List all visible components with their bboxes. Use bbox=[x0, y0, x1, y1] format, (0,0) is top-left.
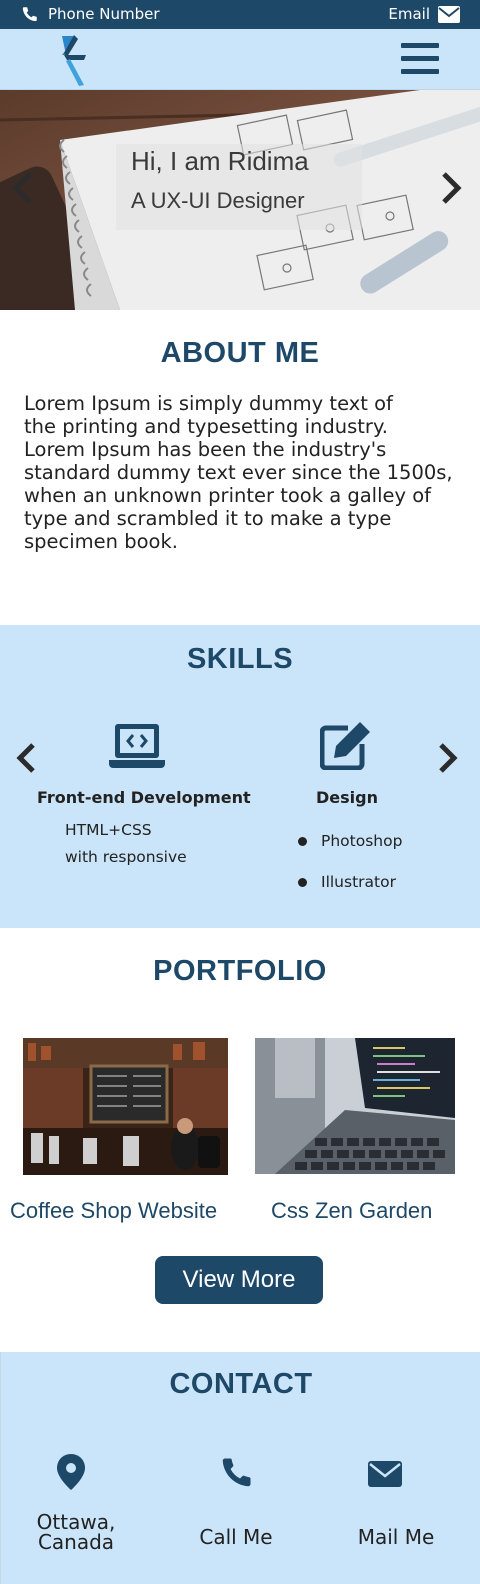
bullet-dot bbox=[298, 837, 307, 846]
skill-bullet: Photoshop bbox=[321, 832, 403, 850]
chevron-left-icon[interactable] bbox=[14, 741, 38, 775]
site-header bbox=[0, 29, 480, 90]
contact-call-link[interactable]: Call Me bbox=[181, 1527, 291, 1547]
skill-description: HTML+CSS with responsive bbox=[65, 817, 187, 871]
about-line: standard dummy text ever since the 1500s… bbox=[24, 461, 453, 484]
about-text: Lorem Ipsum is simply dummy text of the … bbox=[24, 392, 464, 553]
contact-heading: CONTACT bbox=[169, 1368, 313, 1400]
skill-bullet: Illustrator bbox=[321, 873, 396, 891]
bullet-dot bbox=[298, 878, 307, 887]
edit-icon bbox=[320, 722, 370, 770]
phone-link[interactable]: Phone Number bbox=[21, 5, 160, 23]
about-line: the printing and typesetting industry. bbox=[24, 415, 388, 438]
map-marker-icon[interactable] bbox=[57, 1454, 85, 1490]
chevron-left-icon[interactable] bbox=[10, 170, 36, 206]
contact-address-line: Ottawa, bbox=[36, 1510, 116, 1534]
envelope-icon bbox=[438, 5, 460, 23]
portfolio-caption-link[interactable]: Css Zen Garden bbox=[271, 1198, 432, 1224]
logo-chevron-icon[interactable] bbox=[58, 33, 92, 87]
about-line: when an unknown printer took a galley of bbox=[24, 484, 432, 507]
portfolio-heading: PORTFOLIO bbox=[153, 955, 327, 987]
portfolio-caption-link[interactable]: Coffee Shop Website bbox=[10, 1198, 217, 1224]
about-line: specimen book. bbox=[24, 530, 178, 553]
about-line: Lorem Ipsum is simply dummy text of bbox=[24, 392, 393, 415]
skills-section: SKILLS Front-end Development HTML+CSS wi… bbox=[0, 625, 480, 928]
hero-subtitle: A UX-UI Designer bbox=[131, 188, 305, 213]
skill-name: Front-end Development bbox=[37, 788, 251, 807]
portfolio-image-css-zen-garden[interactable] bbox=[255, 1038, 455, 1174]
view-more-button[interactable]: View More bbox=[155, 1256, 323, 1304]
phone-label: Phone Number bbox=[48, 5, 160, 23]
skill-desc-line: HTML+CSS bbox=[65, 821, 152, 839]
about-line: type and scrambled it to make a type bbox=[24, 507, 392, 530]
laptop-code-icon bbox=[109, 724, 165, 768]
chevron-right-icon[interactable] bbox=[438, 170, 464, 206]
skill-name: Design bbox=[316, 788, 378, 807]
skills-heading: SKILLS bbox=[186, 643, 294, 675]
contact-mail-link[interactable]: Mail Me bbox=[341, 1527, 451, 1547]
hamburger-menu-icon[interactable] bbox=[401, 43, 439, 77]
email-link[interactable]: Email bbox=[388, 5, 460, 23]
coffee-shop-photo bbox=[23, 1038, 228, 1175]
skill-desc-line: with responsive bbox=[65, 848, 187, 866]
email-label: Email bbox=[388, 5, 430, 23]
about-heading: ABOUT ME bbox=[160, 337, 320, 369]
portfolio-image-coffee-shop[interactable] bbox=[23, 1038, 228, 1175]
hero-carousel: Hi, I am Ridima A UX-UI Designer bbox=[0, 90, 480, 310]
phone-icon[interactable] bbox=[219, 1454, 255, 1490]
phone-icon bbox=[22, 7, 37, 22]
about-line: Lorem Ipsum has been the industry's bbox=[24, 438, 387, 461]
laptop-code-photo bbox=[255, 1038, 455, 1174]
contact-section: CONTACT Ottawa, Canada Call Me Mail Me bbox=[0, 1352, 480, 1584]
contact-address-line: Canada bbox=[37, 1530, 115, 1554]
envelope-icon[interactable] bbox=[368, 1461, 402, 1487]
chevron-right-icon[interactable] bbox=[436, 741, 460, 775]
top-bar: Phone Number Email bbox=[0, 0, 480, 29]
hero-title: Hi, I am Ridima bbox=[131, 146, 309, 176]
contact-address: Ottawa, Canada bbox=[31, 1512, 121, 1552]
